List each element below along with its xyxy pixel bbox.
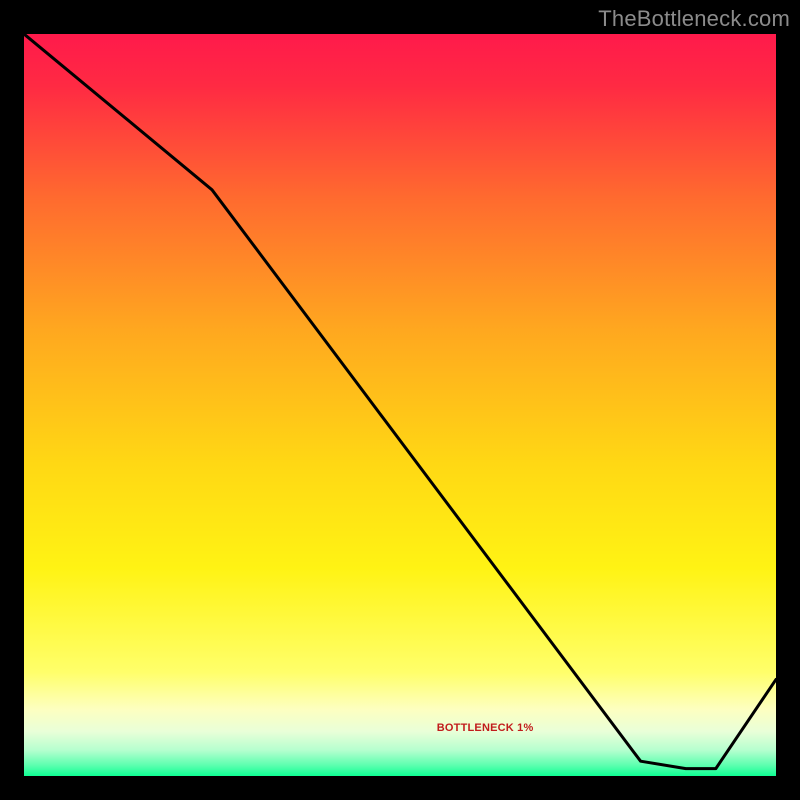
plot-svg [24,34,776,776]
watermark-text: TheBottleneck.com [598,6,790,32]
plot-area: BOTTLENECK 1% [24,34,776,776]
gradient-background [24,34,776,776]
chart-frame: TheBottleneck.com BOTTLENECK 1% [0,0,800,800]
bottleneck-annotation: BOTTLENECK 1% [437,722,534,734]
